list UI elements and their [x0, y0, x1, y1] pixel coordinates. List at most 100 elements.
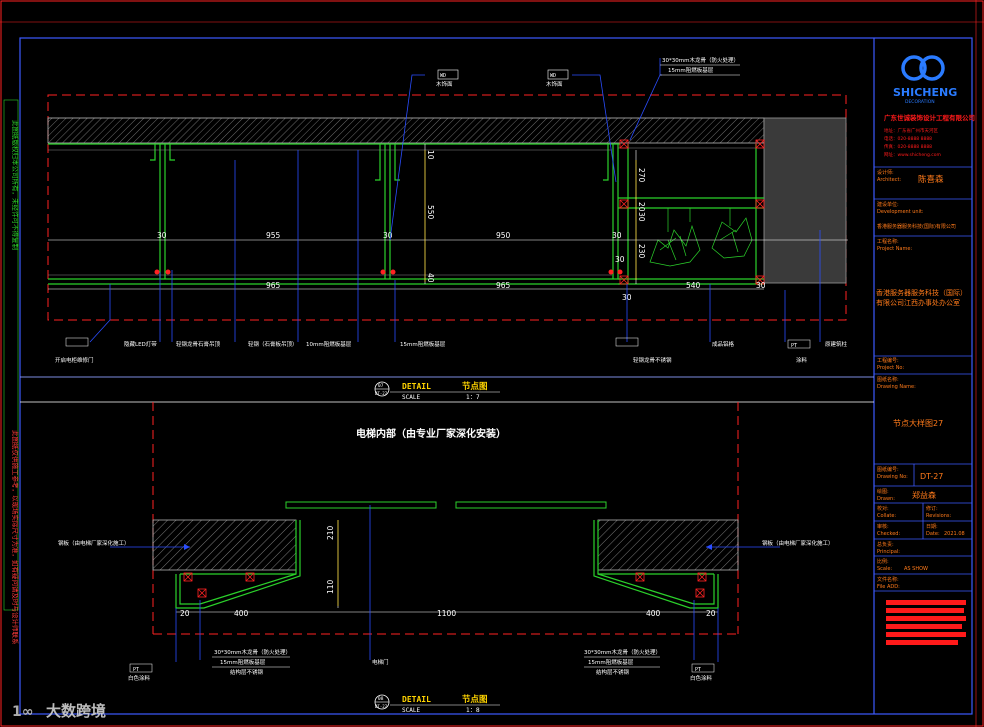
note-top-right-1: 30*30mm木龙骨（防火处理）	[662, 56, 739, 64]
project-value: 香港服务器服务科技（国际）有限公司江西办事处办公室	[876, 289, 967, 307]
left-margin-bottom-text: 此图纸仅供施工参考，以现场实际尺寸为准，如有疑问请及时与设计师联系	[11, 430, 20, 645]
check-label: 审核:	[877, 523, 889, 530]
scale-label: 比例:	[877, 558, 889, 565]
tag-label: 白色涂料	[128, 674, 151, 682]
callout-label: 隐藏LED灯带	[124, 340, 157, 348]
detail-title-lower: 08 DT-27 DETAIL 节点图 SCALE 1：8	[374, 694, 500, 714]
dim-10: 10	[426, 150, 435, 160]
left-margin-top-text: 此图纸版权归本公司所有，未经许可不得复制	[11, 120, 20, 251]
lower-right-note-3: 结构层不锈钢	[596, 668, 630, 676]
revision-label: 修订:	[926, 505, 938, 512]
designer-label-en: Architect:	[877, 177, 901, 183]
collate-label-en: Collate:	[877, 513, 896, 519]
callout-label: 轻钢龙骨不锈钢	[633, 356, 672, 364]
detail-name: 节点图	[462, 381, 488, 392]
designer-value: 陈喜森	[918, 174, 944, 185]
dim-270: 270	[637, 168, 646, 183]
project-label: 工程名称:	[877, 238, 899, 245]
dim-965: 965	[496, 281, 511, 290]
tag-label: 白色涂料	[690, 674, 713, 682]
callout-label: 涂料	[796, 356, 808, 364]
tag-wd-1: WD 木饰面	[436, 69, 459, 88]
revision-label-en: Revisions:	[926, 513, 952, 519]
proj-no-label: 工程编号:	[877, 357, 899, 364]
draw-value: 郑益森	[912, 490, 936, 500]
principal-label-en: Principal:	[877, 549, 900, 555]
left-margin-strip: 此图纸版权归本公司所有，未经许可不得复制 此图纸仅供施工参考，以现场实际尺寸为准…	[3, 99, 20, 645]
plant-decoration	[649, 208, 753, 267]
dim-30: 30	[157, 231, 167, 240]
detail-sheet: DT-27	[375, 391, 388, 396]
dim-20: 20	[637, 202, 646, 212]
company-name: 广东世诚装饰设计工程有限公司	[884, 113, 975, 122]
callouts-bottom: 开启电柜维修门 隐藏LED灯带 轻钢龙骨石膏吊顶 轻钢（石膏板吊顶） 10mm阻…	[55, 337, 848, 364]
tag-label: 木饰面	[436, 80, 453, 88]
callout-label: 原建筑柱	[825, 340, 848, 348]
sheet-frame	[0, 0, 984, 727]
dim-1100: 1100	[437, 609, 456, 618]
dim-30: 30	[615, 255, 625, 264]
detail-scale: 1：8	[466, 707, 480, 714]
detail-label: DETAIL	[402, 695, 431, 704]
detail-title-upper: 07 DT-27 DETAIL 节点图 SCALE 1：7	[374, 381, 500, 401]
dim-230: 230	[637, 244, 646, 259]
lower-left-note-2: 15mm阻燃板基层	[220, 658, 266, 666]
watermark-logo: 1∞	[12, 704, 33, 720]
dept-label: 建设单位:	[877, 201, 899, 208]
check-label-en: Checked:	[877, 531, 900, 537]
file-label: 文件名称:	[877, 576, 899, 583]
drawing-label: 图纸名称:	[877, 376, 899, 383]
callout-code: PT	[791, 343, 798, 349]
tag-code: PT	[133, 667, 139, 673]
dim-30: 30	[637, 212, 646, 222]
detail-scale-label: SCALE	[402, 394, 420, 401]
callout-label: 15mm阻燃板基层	[400, 340, 446, 348]
scale-value: AS SHOW	[904, 566, 928, 572]
detail-name: 节点图	[462, 694, 488, 705]
file-label-en: File ADD:	[877, 584, 900, 590]
dim-955: 955	[266, 231, 281, 240]
company-line: 传真：020-8888 8888	[884, 143, 932, 150]
principal-label: 总负责:	[877, 541, 894, 548]
company-line: 网址：www.shicheng.com	[884, 151, 941, 158]
logo-sub: DECORATION	[905, 99, 935, 105]
scale-label-en: Scale:	[877, 566, 892, 572]
draw-label: 绘图:	[877, 488, 889, 495]
designer-label: 设计师:	[877, 169, 894, 176]
dim-965: 965	[266, 281, 281, 290]
column-block	[763, 117, 847, 284]
logo-text: SHICHENG	[893, 86, 957, 99]
dim-30: 30	[612, 231, 622, 240]
dim-20: 20	[706, 609, 716, 618]
dim-540: 540	[686, 281, 701, 290]
callout-label: 轻钢龙骨石膏吊顶	[176, 340, 221, 348]
dim-20: 20	[180, 609, 190, 618]
watermark-text: 大数跨境	[46, 702, 106, 720]
dim-400: 400	[646, 609, 661, 618]
tag-code: WD	[550, 73, 556, 79]
lower-left-note: 钢板（由电梯厂家深化施工）	[58, 539, 130, 547]
tag-label: 木饰面	[546, 80, 563, 88]
callout-label: 10mm阻燃板基层	[306, 340, 352, 348]
dim-950: 950	[496, 231, 511, 240]
dim-110: 110	[326, 579, 335, 594]
dim-210: 210	[326, 525, 335, 540]
dim-550: 550	[426, 205, 435, 220]
title-block: SHICHENG DECORATION 广东世诚装饰设计工程有限公司 地址：广东…	[874, 55, 975, 645]
draw-label-en: Drawn:	[877, 496, 895, 502]
drawing-label-en: Drawing Name:	[877, 384, 916, 390]
upper-detail: 30 955 30 950 30 965 965 540 30 30 10 55…	[47, 56, 848, 401]
date-value: 2021.08	[944, 531, 965, 537]
callout-label: 成品铝格	[712, 340, 735, 348]
detail-label: DETAIL	[402, 382, 431, 391]
tag-code: PT	[695, 667, 701, 673]
dept-label-en: Development unit:	[877, 209, 924, 215]
date-label: 日期:	[926, 524, 938, 530]
detail-num: 07	[378, 383, 384, 389]
collate-label: 校对:	[877, 505, 889, 512]
drawing-no-value: DT-27	[920, 472, 943, 481]
watermark: 1∞ 大数跨境	[12, 702, 106, 720]
dim-40: 40	[426, 273, 435, 283]
detail-scale: 1：7	[466, 394, 480, 401]
lower-left-note-3: 结构层不锈钢	[230, 668, 264, 676]
